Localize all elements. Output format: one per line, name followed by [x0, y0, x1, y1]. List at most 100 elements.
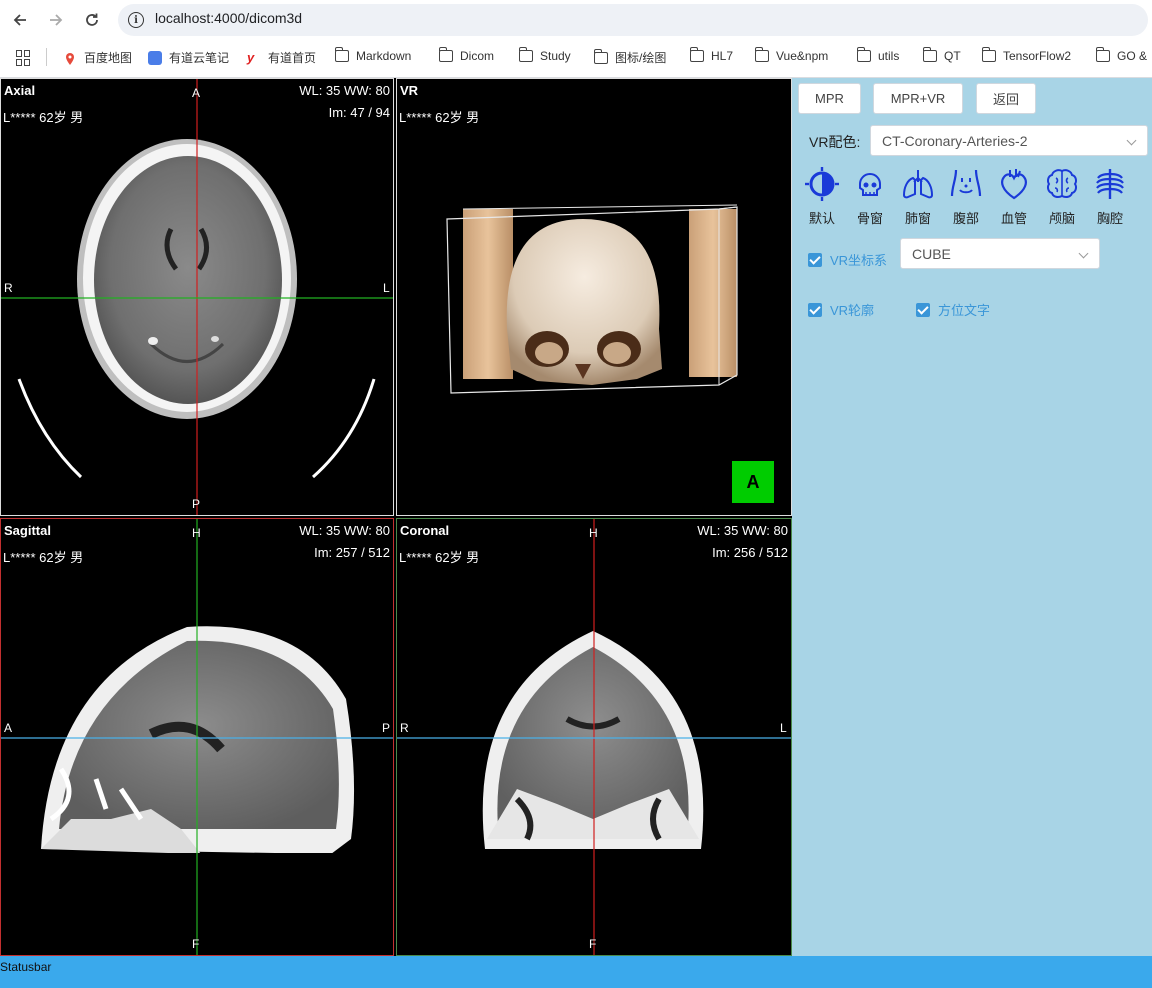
bookmark-youdao-note[interactable]: 有道云笔记	[148, 49, 229, 66]
orientation-left: A	[4, 721, 13, 735]
folder-icon	[922, 47, 937, 62]
note-app-icon	[148, 50, 162, 65]
bookmarks-bar: 百度地图 有道云笔记 y 有道首页 Markdown Dicom Study 图…	[0, 44, 1152, 72]
mpr-button[interactable]: MPR	[798, 83, 861, 114]
preset-lung[interactable]: 肺窗	[898, 166, 938, 228]
preset-label: 骨窗	[856, 211, 883, 226]
youdao-y-icon: y	[247, 49, 255, 65]
vr-axes-checkbox[interactable]: VR坐标系	[808, 250, 887, 269]
sagittal-viewport[interactable]: Sagittal L***** 62岁 男 WL: 35 WW: 80 Im: …	[0, 518, 394, 956]
image-index-readout: Im: 256 / 512	[712, 545, 788, 560]
preset-label: 腹部	[952, 211, 979, 226]
browser-chrome: i localhost:4000/dicom3d 百度地图 有道云笔记 y 有道…	[0, 0, 1152, 78]
statusbar: Statusbar	[0, 956, 1152, 988]
folder-icon	[334, 47, 349, 62]
axial-ct-image	[1, 79, 393, 515]
viewport-title: Coronal	[400, 523, 450, 538]
bookmark-folder-vue[interactable]: Vue&npm	[754, 47, 829, 63]
preset-label: 肺窗	[904, 211, 931, 226]
bookmark-folder-go[interactable]: GO &	[1095, 47, 1148, 63]
folder-icon	[689, 47, 704, 62]
bookmark-baidu-map[interactable]: 百度地图	[63, 49, 132, 66]
folder-icon	[518, 47, 533, 62]
patient-info: L***** 62岁 男	[3, 110, 84, 125]
vr-rendering	[446, 204, 738, 394]
preset-chest[interactable]: 胸腔	[1090, 166, 1130, 228]
preset-bone[interactable]: 骨窗	[850, 166, 890, 228]
vr-viewport[interactable]: VR L***** 62岁 男 A	[396, 78, 792, 516]
bookmark-folder-study[interactable]: Study	[518, 47, 571, 63]
patient-info: L***** 62岁 男	[399, 550, 480, 565]
image-index-readout: Im: 257 / 512	[314, 545, 390, 560]
bookmark-folder-hl7[interactable]: HL7	[689, 47, 734, 63]
bookmark-label: TensorFlow2	[1003, 49, 1072, 63]
vr-outline-label: VR轮廓	[830, 303, 875, 318]
preset-abdomen[interactable]: 腹部	[946, 166, 986, 228]
orientation-right: L	[780, 721, 787, 735]
skull-icon	[859, 173, 881, 196]
url-text[interactable]: localhost:4000/dicom3d	[155, 10, 302, 26]
forward-arrow-icon[interactable]	[43, 7, 69, 33]
reload-icon[interactable]	[79, 7, 105, 33]
bookmark-label: Dicom	[460, 49, 495, 63]
vr-axes-label: VR坐标系	[830, 253, 888, 268]
bookmark-label: Vue&npm	[776, 49, 829, 63]
bookmark-folder-qt[interactable]: QT	[922, 47, 961, 63]
map-pin-icon	[63, 52, 77, 65]
orientation-right: P	[382, 721, 391, 735]
bookmark-label: 有道云笔记	[169, 51, 230, 65]
bookmark-label: Markdown	[356, 49, 412, 63]
checkbox-checked-icon	[808, 252, 822, 267]
vr-axes-value: CUBE	[912, 245, 951, 262]
control-panel: MPR MPR+VR 返回 VR配色: CT-Coronary-Arteries…	[792, 78, 1152, 956]
bookmark-folder-utils[interactable]: utils	[856, 47, 899, 63]
folder-icon	[856, 47, 871, 62]
bookmark-label: GO &	[1117, 49, 1148, 63]
vr-color-select[interactable]: CT-Coronary-Arteries-2	[870, 125, 1148, 156]
vr-outline-checkbox[interactable]: VR轮廓	[808, 300, 874, 319]
checkbox-checked-icon	[916, 302, 930, 317]
orientation-bottom: F	[589, 937, 597, 951]
bookmark-folder-icons[interactable]: 图标/绘图	[593, 48, 666, 66]
bookmark-label: QT	[944, 49, 961, 63]
folder-icon	[1095, 47, 1110, 62]
checkbox-checked-icon	[808, 302, 822, 317]
orientation-right: L	[383, 281, 390, 295]
preset-label: 颅脑	[1048, 211, 1075, 226]
lungs-icon	[902, 170, 934, 199]
coronal-viewport[interactable]: Coronal L***** 62岁 男 WL: 35 WW: 80 Im: 2…	[396, 518, 792, 956]
vr-axes-select[interactable]: CUBE	[900, 238, 1100, 269]
bookmark-folder-dicom[interactable]: Dicom	[438, 47, 495, 63]
window-level-readout: WL: 35 WW: 80	[299, 83, 390, 98]
orientation-text-checkbox[interactable]: 方位文字	[916, 300, 990, 319]
orientation-left: R	[4, 281, 13, 295]
preset-vessel[interactable]: 血管	[994, 166, 1034, 228]
sagittal-ct-image	[1, 519, 393, 955]
bookmark-youdao-home[interactable]: y 有道首页	[247, 49, 316, 66]
address-bar[interactable]: i localhost:4000/dicom3d	[118, 4, 1148, 36]
back-arrow-icon[interactable]	[7, 7, 33, 33]
statusbar-text: Statusbar	[0, 960, 52, 974]
bookmark-label: HL7	[711, 49, 734, 63]
preset-brain[interactable]: 颅脑	[1042, 166, 1082, 228]
info-icon[interactable]: i	[128, 12, 144, 28]
mpr-vr-button[interactable]: MPR+VR	[873, 83, 963, 114]
orientation-text-label: 方位文字	[938, 303, 991, 318]
orientation-top: H	[589, 526, 598, 540]
bookmark-folder-markdown[interactable]: Markdown	[334, 47, 412, 63]
orientation-left: R	[400, 721, 409, 735]
folder-icon	[593, 48, 608, 64]
orientation-cube[interactable]: A	[732, 461, 774, 503]
viewer-area: Axial L***** 62岁 男 WL: 35 WW: 80 Im: 47 …	[0, 78, 792, 956]
vr-color-value: CT-Coronary-Arteries-2	[882, 132, 1028, 149]
back-button[interactable]: 返回	[976, 83, 1036, 114]
preset-label: 胸腔	[1096, 211, 1123, 226]
orientation-top: H	[192, 526, 201, 540]
chevron-down-icon	[1078, 248, 1089, 259]
vr-color-label: VR配色:	[809, 134, 861, 150]
bookmark-folder-tensorflow[interactable]: TensorFlow2	[981, 47, 1072, 63]
preset-default[interactable]: 默认	[802, 166, 842, 228]
viewport-title: Sagittal	[4, 523, 51, 538]
axial-viewport[interactable]: Axial L***** 62岁 男 WL: 35 WW: 80 Im: 47 …	[0, 78, 394, 516]
viewport-title: Axial	[4, 83, 36, 98]
